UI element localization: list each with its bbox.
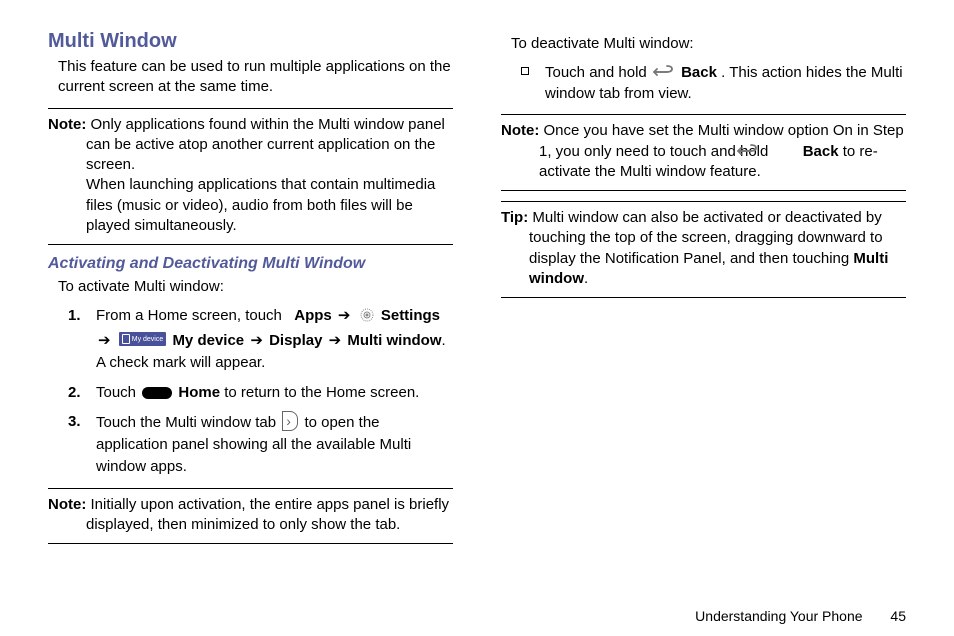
arrow-2: ➔ xyxy=(96,332,113,349)
note-label: Note: xyxy=(48,116,86,133)
page-footer: Understanding Your Phone 45 xyxy=(695,608,906,624)
steps-list: 1. From a Home screen, touch Apps ➔ Sett… xyxy=(48,305,453,477)
step-2: 2. Touch Home to return to the Home scre… xyxy=(68,382,453,404)
settings-icon xyxy=(359,307,375,323)
arrow-4: ➔ xyxy=(327,332,344,349)
left-column: Multi Window This feature can be used to… xyxy=(48,30,453,554)
bullet-1: Touch and hold Back . This action hides … xyxy=(521,62,906,104)
note1-line1: Only applications found within the Multi… xyxy=(86,116,445,174)
settings-label: Settings xyxy=(381,307,440,324)
step2-pre: Touch xyxy=(96,384,140,401)
note2-label: Note: xyxy=(48,496,86,513)
step2-post: to return to the Home screen. xyxy=(224,384,419,401)
note-block-2: Note: Initially upon activation, the ent… xyxy=(48,488,453,545)
tab-icon xyxy=(282,411,298,431)
subsection-title: Activating and Deactivating Multi Window xyxy=(48,255,453,273)
note2-body: Initially upon activation, the entire ap… xyxy=(86,496,449,533)
activate-label: To activate Multi window: xyxy=(48,277,453,297)
note1-line2: When launching applications that contain… xyxy=(48,175,453,236)
display-label: Display xyxy=(269,332,322,349)
home-icon xyxy=(142,387,172,399)
back-icon xyxy=(653,64,675,78)
note3-label: Note: xyxy=(501,122,539,139)
back-label: Back xyxy=(681,64,717,81)
page-number: 45 xyxy=(890,608,906,624)
back-label-2: Back xyxy=(803,143,839,160)
apps-label: Apps xyxy=(294,307,332,324)
multiwindow-label: Multi window xyxy=(347,332,441,349)
step3-pre: Touch the Multi window tab xyxy=(96,414,280,431)
section-title: Multi Window xyxy=(48,30,453,53)
home-label: Home xyxy=(178,384,220,401)
mydevice-icon: My device xyxy=(119,332,167,346)
back-icon-2 xyxy=(775,144,797,158)
arrow-3: ➔ xyxy=(248,332,265,349)
step1-pre: From a Home screen, touch xyxy=(96,307,286,324)
intro-paragraph: This feature can be used to run multiple… xyxy=(48,57,453,98)
step-1: 1. From a Home screen, touch Apps ➔ Sett… xyxy=(68,305,453,373)
mydevice-label: My device xyxy=(172,332,244,349)
step1-post: A check mark will appear. xyxy=(96,354,265,371)
arrow-1: ➔ xyxy=(336,307,353,324)
step-3: 3. Touch the Multi window tab to open th… xyxy=(68,411,453,477)
tip-end: . xyxy=(584,270,588,287)
note-block-1: Note: Only applications found within the… xyxy=(48,108,453,246)
footer-section: Understanding Your Phone xyxy=(695,608,862,624)
right-column: To deactivate Multi window: Touch and ho… xyxy=(501,30,906,554)
tip-label: Tip: xyxy=(501,209,528,226)
note-block-3: Note: Once you have set the Multi window… xyxy=(501,114,906,191)
tip-block: Tip: Multi window can also be activated … xyxy=(501,201,906,298)
bullet-pre: Touch and hold xyxy=(545,64,651,81)
tip-body: Multi window can also be activated or de… xyxy=(529,209,883,267)
bullet-list: Touch and hold Back . This action hides … xyxy=(501,62,906,104)
deactivate-label: To deactivate Multi window: xyxy=(501,34,906,54)
